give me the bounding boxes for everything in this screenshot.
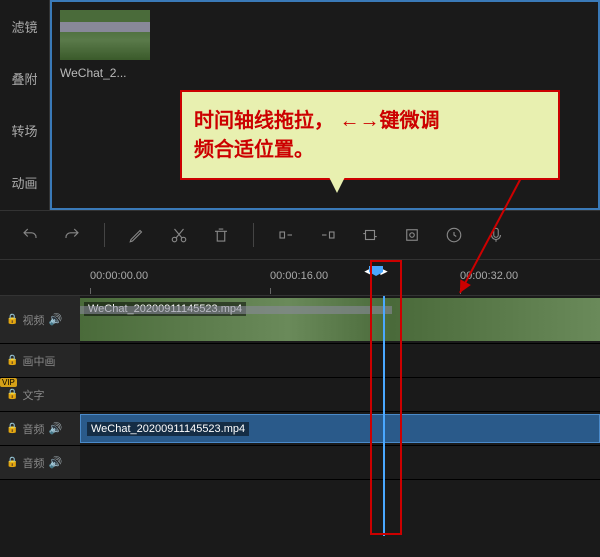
- playhead[interactable]: ◄►: [376, 266, 383, 276]
- cut-button[interactable]: [169, 225, 189, 245]
- track-text: VIP 🔒 文字: [0, 378, 600, 412]
- media-thumb-label: WeChat_2...: [60, 66, 590, 80]
- lock-icon[interactable]: 🔒: [6, 389, 18, 400]
- mic-button[interactable]: [486, 225, 506, 245]
- split-right-button[interactable]: [318, 225, 338, 245]
- track-pip: 🔒 画中画: [0, 344, 600, 378]
- track-label: 音频: [22, 455, 44, 471]
- tab-overlay[interactable]: 叠附: [0, 52, 49, 104]
- timeline-ruler[interactable]: 00:00:00.00 00:00:16.00 00:00:32.00 ◄►: [0, 260, 600, 296]
- edit-button[interactable]: [127, 225, 147, 245]
- crop-button[interactable]: [360, 225, 380, 245]
- track-label: 文字: [22, 387, 44, 403]
- speaker-icon[interactable]: 🔊: [48, 313, 62, 326]
- track-label: 音频: [22, 421, 44, 437]
- tab-transition[interactable]: 转场: [0, 104, 49, 156]
- undo-button[interactable]: [20, 225, 40, 245]
- split-left-button[interactable]: [276, 225, 296, 245]
- speaker-icon[interactable]: 🔊: [48, 456, 62, 469]
- track-label: 视频: [22, 312, 44, 328]
- lock-icon[interactable]: 🔒: [6, 423, 18, 434]
- tab-animation[interactable]: 动画: [0, 156, 49, 208]
- ruler-tick: 00:00:00.00: [90, 270, 148, 282]
- track-audio2: 🔒 音频 🔊: [0, 446, 600, 480]
- track-audio: 🔒 音频 🔊 WeChat_20200911145523.mp4: [0, 412, 600, 446]
- video-clip[interactable]: WeChat_20200911145523.mp4: [80, 298, 600, 341]
- ruler-tick: 00:00:32.00: [460, 270, 518, 282]
- lock-icon[interactable]: 🔒: [6, 314, 18, 325]
- side-tabs: 滤镜 叠附 转场 动画: [0, 0, 50, 210]
- tab-filter[interactable]: 滤镜: [0, 0, 49, 52]
- media-thumb[interactable]: [60, 10, 150, 60]
- track-video: 🔒 视频 🔊 WeChat_20200911145523.mp4: [0, 296, 600, 344]
- redo-button[interactable]: [62, 225, 82, 245]
- lock-icon[interactable]: 🔒: [6, 457, 18, 468]
- clip-label: WeChat_20200911145523.mp4: [87, 422, 249, 436]
- track-label: 画中画: [22, 353, 55, 369]
- annotation-tooltip: 时间轴线拖拉， ←→键微调 频合适位置。: [180, 90, 560, 180]
- vip-badge: VIP: [0, 378, 17, 387]
- clip-label: WeChat_20200911145523.mp4: [84, 302, 246, 316]
- delete-button[interactable]: [211, 225, 231, 245]
- speaker-icon[interactable]: 🔊: [48, 422, 62, 435]
- audio-clip[interactable]: WeChat_20200911145523.mp4: [80, 414, 600, 443]
- ruler-tick: 00:00:16.00: [270, 270, 328, 282]
- lock-icon[interactable]: 🔒: [6, 355, 18, 366]
- frame-button[interactable]: [402, 225, 422, 245]
- timeline-toolbar: [0, 210, 600, 260]
- speed-button[interactable]: [444, 225, 464, 245]
